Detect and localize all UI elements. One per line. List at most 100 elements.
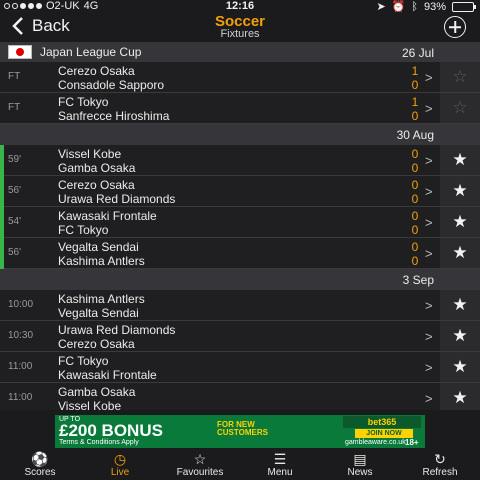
match-teams: Vissel Kobe Gamba Osaka — [58, 147, 135, 175]
star-icon: ★ — [452, 150, 468, 169]
match-teams: Gamba Osaka Vissel Kobe — [58, 385, 135, 413]
match-teams: Kawasaki Frontale FC Tokyo — [58, 209, 157, 237]
match-teams: Kashima Antlers Vegalta Sendai — [58, 292, 145, 320]
date-header: 3 Sep — [0, 269, 480, 290]
away-score: 0 — [411, 161, 419, 175]
match-row[interactable]: 56' Cerezo Osaka Urawa Red Diamonds 0 0 > ★ — [0, 176, 480, 207]
tab-label: Live — [110, 467, 130, 478]
star-icon: ★ — [452, 357, 468, 376]
home-score: 0 — [411, 240, 419, 254]
home-score: 0 — [411, 209, 419, 223]
away-team: Vegalta Sendai — [58, 306, 139, 320]
favourite-toggle[interactable]: ★ — [440, 145, 480, 175]
tab-live[interactable]: ◷ Live — [80, 450, 160, 480]
match-row[interactable]: FT Cerezo Osaka Consadole Sapporo 1 0 > ☆ — [0, 62, 480, 93]
match-scores: 10 — [410, 95, 420, 123]
match-scores: 00 — [410, 209, 420, 237]
match-row[interactable]: 59' Vissel Kobe Gamba Osaka 0 0 > ★ — [0, 145, 480, 176]
tab-label: Favourites — [176, 467, 224, 478]
home-team: Gamba Osaka — [58, 385, 136, 399]
chevron-right-icon: > — [425, 391, 433, 406]
refresh-icon: ↻ — [434, 451, 446, 467]
competition-date: 26 Jul — [401, 46, 434, 60]
competition-name: Japan League Cup — [40, 45, 142, 59]
match-row[interactable]: 10:00 Kashima Antlers Vegalta Sendai > ★ — [0, 290, 480, 321]
tab-favourites[interactable]: ☆ Favourites — [160, 450, 240, 480]
match-row[interactable]: 11:00 FC Tokyo Kawasaki Frontale > ★ — [0, 352, 480, 383]
favourite-toggle[interactable]: ☆ — [440, 93, 480, 123]
tab-news[interactable]: ▤ News — [320, 450, 400, 480]
away-team: Urawa Red Diamonds — [58, 192, 176, 206]
title-sport: Soccer — [214, 13, 266, 30]
tab-label: Refresh — [422, 467, 458, 478]
match-teams: Urawa Red Diamonds Cerezo Osaka — [58, 323, 175, 351]
bluetooth-icon: ᛒ — [411, 0, 418, 13]
match-scores: 10 — [410, 64, 420, 92]
match-teams: Cerezo Osaka Urawa Red Diamonds — [58, 178, 175, 206]
title-sub: Fixtures — [220, 28, 260, 40]
chevron-right-icon: > — [425, 215, 433, 230]
star-icon: ★ — [452, 212, 468, 231]
away-score: 0 — [411, 192, 419, 206]
japan-flag-icon — [8, 45, 32, 59]
match-teams: Cerezo Osaka Consadole Sapporo — [58, 64, 164, 92]
match-row[interactable]: FT FC Tokyo Sanfrecce Hiroshima 1 0 > ☆ — [0, 93, 480, 124]
match-status: 11:00 — [8, 361, 33, 372]
status-bar: O2-UK 4G 12:16 ➤ ⏰ ᛒ 93% — [0, 0, 480, 14]
match-status: 59' — [8, 154, 22, 165]
star-icon: ★ — [452, 326, 468, 345]
match-status: 56' — [8, 247, 22, 258]
chevron-right-icon: > — [425, 70, 433, 85]
home-score: 0 — [411, 178, 419, 192]
chevron-right-icon: > — [425, 153, 433, 168]
star-icon: ☆ — [452, 98, 468, 117]
favourite-toggle[interactable]: ★ — [440, 321, 480, 351]
home-team: FC Tokyo — [58, 354, 109, 368]
match-row[interactable]: 54' Kawasaki Frontale FC Tokyo 0 0 > ★ — [0, 207, 480, 238]
tab-scores[interactable]: ⚽ Scores — [0, 450, 80, 480]
ad-banner[interactable]: UP TO £200 BONUS FOR NEW CUSTOMERS Terms … — [55, 415, 425, 448]
match-status: FT — [8, 102, 21, 113]
star-icon: ★ — [452, 295, 468, 314]
match-scores: 00 — [410, 178, 420, 206]
match-scores: 00 — [410, 147, 420, 175]
page-title: Soccer Fixtures — [0, 13, 480, 41]
date-header: 30 Aug — [0, 124, 480, 145]
tab-bar: ⚽ Scores ◷ Live ☆ Favourites ☰ Menu ▤ News ↻ Refres… — [0, 450, 480, 480]
star-icon: ★ — [452, 181, 468, 200]
tab-refresh[interactable]: ↻ Refresh — [400, 450, 480, 480]
ad-area: UP TO £200 BONUS FOR NEW CUSTOMERS Terms … — [0, 410, 480, 450]
home-team: FC Tokyo — [58, 95, 109, 109]
tab-menu[interactable]: ☰ Menu — [240, 450, 320, 480]
soccer-ball-icon: ⚽ — [31, 451, 49, 467]
battery-icon — [452, 1, 476, 12]
add-button[interactable] — [444, 16, 466, 38]
favourite-toggle[interactable]: ★ — [440, 207, 480, 237]
favourite-toggle[interactable]: ★ — [440, 176, 480, 206]
away-team: Kashima Antlers — [58, 254, 145, 268]
app: O2-UK 4G 12:16 ➤ ⏰ ᛒ 93% Back Soccer Fix… — [0, 0, 480, 480]
ad-age: 18+ — [405, 438, 419, 447]
match-status: 11:00 — [8, 392, 33, 403]
favourite-toggle[interactable]: ★ — [440, 238, 480, 268]
favourite-toggle[interactable]: ★ — [440, 383, 480, 413]
favourite-toggle[interactable]: ☆ — [440, 62, 480, 92]
chevron-right-icon: > — [425, 184, 433, 199]
chevron-right-icon: > — [425, 360, 433, 375]
match-row[interactable]: 56' Vegalta Sendai Kashima Antlers 0 0 > ★ — [0, 238, 480, 269]
fixtures-list: Japan League Cup 26 Jul FT Cerezo Osaka Co… — [0, 42, 480, 414]
ad-join-button[interactable]: JOIN NOW — [355, 429, 413, 438]
away-score: 0 — [411, 223, 419, 237]
favourite-toggle[interactable]: ★ — [440, 352, 480, 382]
competition-header[interactable]: Japan League Cup 26 Jul — [0, 42, 480, 62]
match-row[interactable]: 10:30 Urawa Red Diamonds Cerezo Osaka > ★ — [0, 321, 480, 352]
chevron-right-icon: > — [425, 329, 433, 344]
chevron-right-icon: > — [425, 246, 433, 261]
favourite-toggle[interactable]: ★ — [440, 290, 480, 320]
tab-label: News — [347, 467, 373, 478]
tab-label: Menu — [267, 467, 293, 478]
ad-terms: Terms & Conditions Apply — [59, 439, 139, 446]
ad-for-new: FOR NEW CUSTOMERS — [217, 420, 268, 437]
menu-icon: ☰ — [273, 451, 287, 467]
alarm-icon: ⏰ — [391, 1, 406, 13]
